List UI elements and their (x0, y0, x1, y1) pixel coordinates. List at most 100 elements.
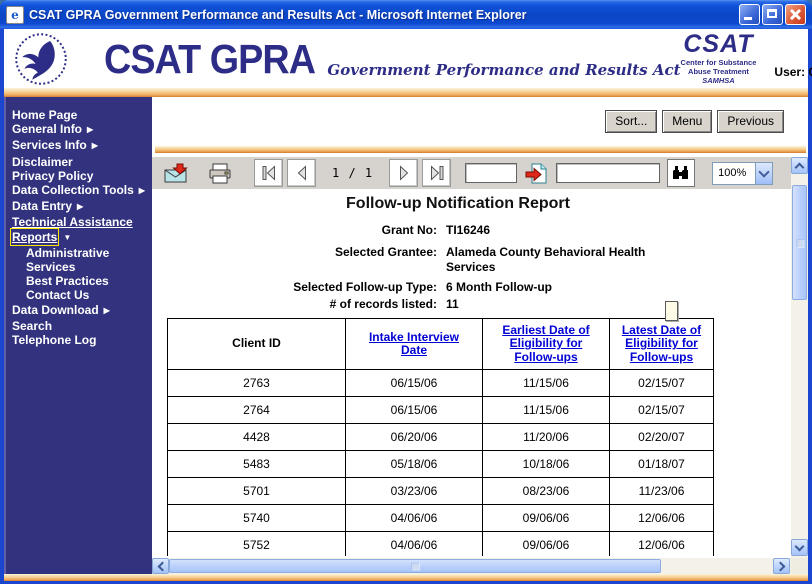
zoom-level-value: 100% (713, 167, 755, 179)
page-indicator: 1 / 1 (332, 166, 373, 180)
print-button[interactable] (206, 161, 234, 186)
scroll-down-button[interactable] (791, 539, 808, 556)
report-field-label: Selected Grantee: (152, 245, 437, 275)
cell-latest-date: 12/06/06 (610, 532, 713, 556)
vertical-scrollbar[interactable] (791, 157, 808, 558)
cell-earliest-date: 11/15/06 (483, 370, 610, 396)
logout-link[interactable]: Logout (774, 39, 812, 53)
table-row: 5483 05/18/06 10/18/06 01/18/07 (168, 450, 713, 477)
scroll-right-button[interactable] (773, 558, 790, 574)
csat-logo-title: CSAT (681, 32, 757, 57)
cursor-artifact (665, 301, 678, 321)
cell-latest-date: 11/23/06 (610, 478, 713, 504)
sidebar-item[interactable]: Contact Us (4, 288, 152, 302)
sidebar-item[interactable]: Data Download (4, 303, 152, 319)
previous-button[interactable]: Previous (717, 110, 784, 133)
cell-intake-date: 05/18/06 (346, 451, 483, 477)
goto-page-input[interactable] (465, 163, 517, 183)
cell-intake-date: 06/15/06 (346, 397, 483, 423)
ie-page-icon: e (6, 6, 24, 24)
chevron-right-icon (775, 561, 785, 571)
last-page-button[interactable] (422, 159, 451, 187)
orange-divider-top (4, 88, 808, 97)
cell-intake-date: 03/23/06 (346, 478, 483, 504)
export-button[interactable] (162, 161, 190, 186)
sidebar-item[interactable]: Services Info (4, 138, 152, 154)
first-page-button[interactable] (254, 159, 283, 187)
csat-samhsa-logo: CSAT Center for Substance Abuse Treatmen… (681, 32, 757, 85)
scroll-up-button[interactable] (791, 157, 808, 174)
report-field-label: # of records listed: (152, 297, 437, 312)
cell-client-id: 5752 (168, 532, 346, 556)
cell-latest-date: 02/15/07 (610, 397, 713, 423)
sidebar-list: Home Page General Info Services Info Dis… (4, 97, 152, 347)
sidebar-item[interactable]: General Info (4, 122, 152, 138)
table-row: 5740 04/06/06 09/06/06 12/06/06 (168, 504, 713, 531)
report-field-value: 11 (446, 297, 686, 312)
goto-page-button[interactable] (523, 161, 550, 186)
horizontal-scrollbar[interactable] (152, 558, 791, 574)
report-fields: Grant No:TI16246 Selected Grantee:Alamed… (152, 223, 791, 312)
sidebar-item[interactable]: Disclaimer (4, 155, 152, 169)
sidebar-item[interactable]: Administrative (4, 246, 152, 260)
sidebar-item[interactable]: Best Practices (4, 274, 152, 288)
next-page-button[interactable] (389, 159, 418, 187)
cell-earliest-date: 09/06/06 (483, 505, 610, 531)
sidebar-item[interactable]: Reports (4, 230, 152, 246)
find-button[interactable] (667, 159, 695, 187)
maximize-button[interactable] (762, 4, 783, 25)
scrollbar-corner (791, 558, 808, 574)
table-row: 5701 03/23/06 08/23/06 11/23/06 (168, 477, 713, 504)
report-viewer-toolbar: 1 / 1 (152, 157, 791, 190)
vertical-scroll-thumb[interactable] (792, 185, 807, 300)
table-column-header[interactable]: Intake Interview Date (346, 319, 483, 369)
goto-page-icon (525, 163, 548, 184)
search-text-input[interactable] (556, 163, 660, 183)
title-bar[interactable]: e CSAT GPRA Government Performance and R… (0, 0, 812, 29)
zoom-level-select[interactable]: 100% (712, 162, 773, 185)
sort-button[interactable]: Sort... (605, 110, 657, 133)
table-column-header[interactable]: Earliest Date of Eligibility for Follow-… (483, 319, 610, 369)
close-button[interactable] (785, 4, 806, 25)
table-row: 2763 06/15/06 11/15/06 02/15/07 (168, 369, 713, 396)
sidebar-item[interactable]: Technical Assistance (4, 215, 152, 229)
sidebar-item[interactable]: Data Collection Tools (4, 183, 152, 199)
cell-earliest-date: 09/06/06 (483, 532, 610, 556)
cell-intake-date: 04/06/06 (346, 532, 483, 556)
header-right: Logout User: Christopher Shumway (774, 39, 812, 79)
brand: CSAT GPRA Government Performance and Res… (104, 34, 681, 84)
scroll-left-button[interactable] (152, 558, 169, 574)
table-row: 4428 06/20/06 11/20/06 02/20/07 (168, 423, 713, 450)
table-column-header: Client ID (168, 319, 346, 369)
table-header-row: Client ID Intake Interview Date Earliest… (168, 319, 713, 369)
sidebar-item[interactable]: Search (4, 319, 152, 333)
zoom-dropdown-button[interactable] (755, 163, 772, 184)
hhs-logo-icon (14, 32, 68, 86)
menu-button[interactable]: Menu (662, 110, 712, 133)
binoculars-icon (672, 165, 690, 181)
last-page-icon (429, 165, 445, 181)
orange-divider-content (155, 146, 806, 153)
report-field: Grant No:TI16246 (152, 223, 791, 238)
report-title: Follow-up Notification Report (152, 195, 764, 213)
sidebar-item[interactable]: Privacy Policy (4, 169, 152, 183)
cell-earliest-date: 08/23/06 (483, 478, 610, 504)
horizontal-scroll-thumb[interactable] (169, 559, 661, 573)
sidebar-item[interactable]: Home Page (4, 108, 152, 122)
cell-intake-date: 04/06/06 (346, 505, 483, 531)
cell-earliest-date: 11/15/06 (483, 397, 610, 423)
window-title: CSAT GPRA Government Performance and Res… (29, 8, 733, 22)
previous-page-button[interactable] (287, 159, 316, 187)
report-field: Selected Grantee:Alameda County Behavior… (152, 245, 791, 275)
minimize-button[interactable] (739, 4, 760, 25)
cell-client-id: 2764 (168, 397, 346, 423)
cell-latest-date: 01/18/07 (610, 451, 713, 477)
next-page-icon (396, 165, 412, 181)
followup-table: Client ID Intake Interview Date Earliest… (167, 318, 714, 556)
sidebar-item[interactable]: Services (4, 260, 152, 274)
sidebar-item[interactable]: Telephone Log (4, 333, 152, 347)
sidebar-item[interactable]: Data Entry (4, 199, 152, 215)
table-column-header[interactable]: Latest Date of Eligibility for Follow-up… (610, 319, 713, 369)
previous-page-icon (294, 165, 310, 181)
report-field-label: Grant No: (152, 223, 437, 238)
